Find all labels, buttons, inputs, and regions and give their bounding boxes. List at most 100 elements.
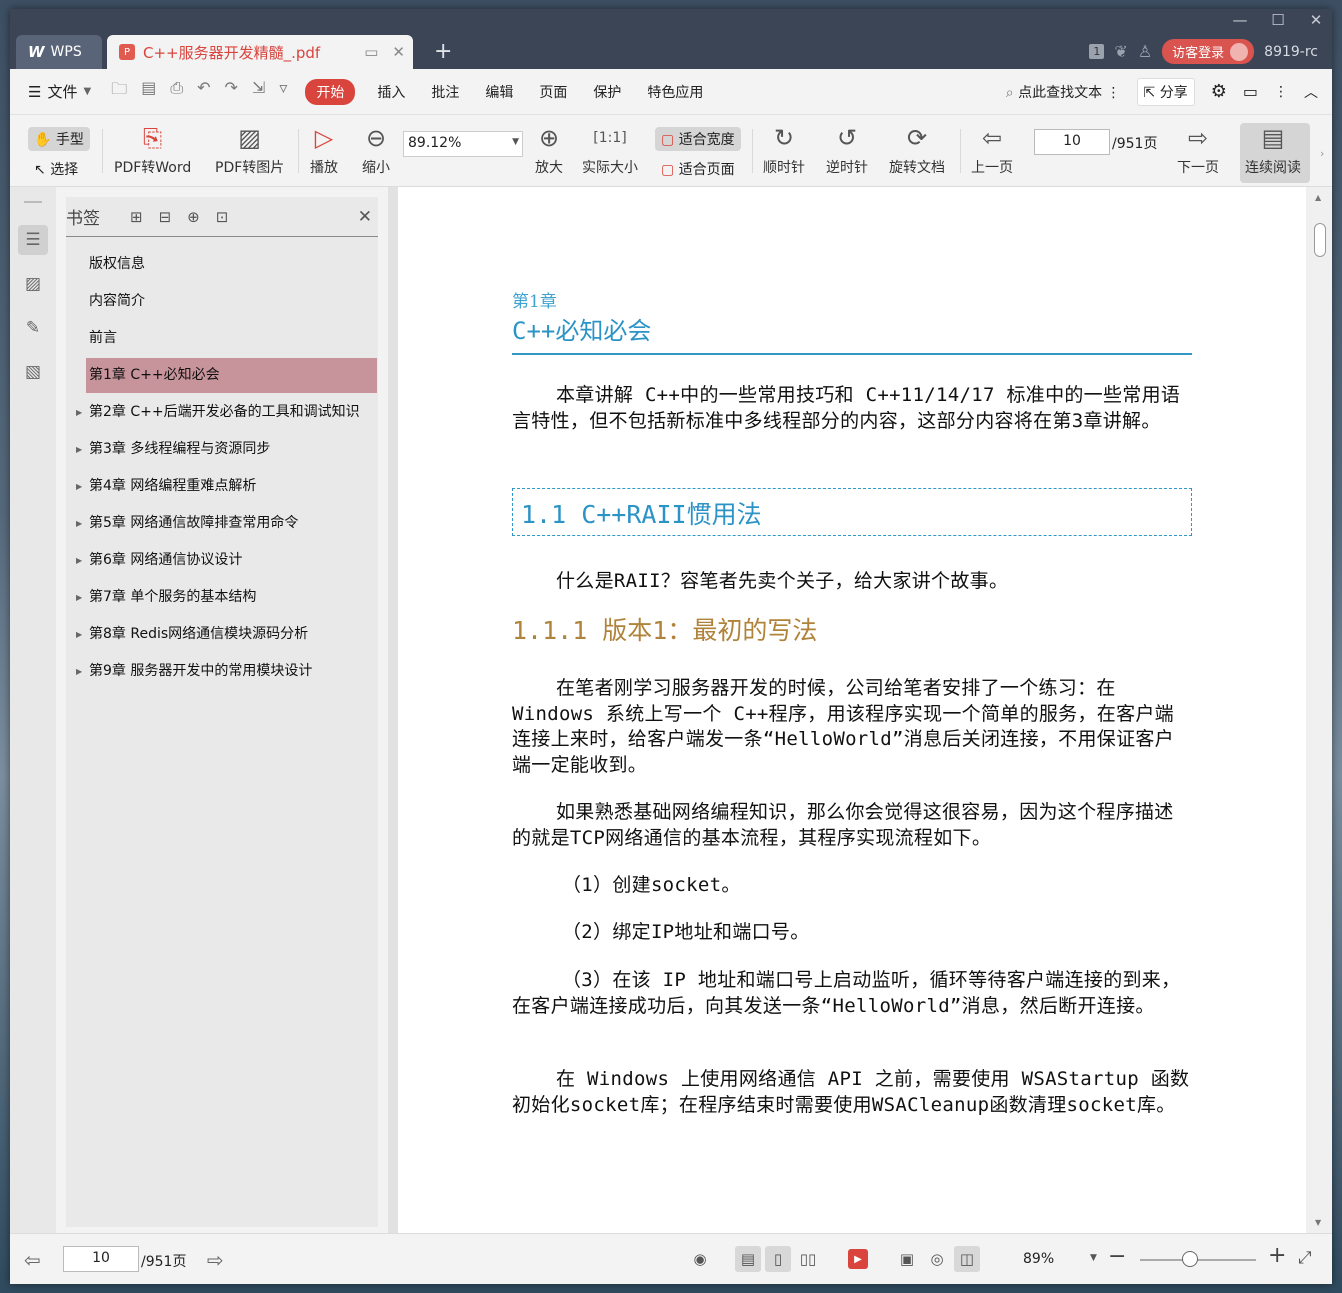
- rotate-cw-button[interactable]: ↻ 顺时针: [763, 121, 805, 177]
- zoom-slider-handle[interactable]: [1182, 1251, 1198, 1267]
- hand-tool-button[interactable]: ✋ 手型: [28, 127, 90, 151]
- status-page-input[interactable]: 10: [63, 1246, 139, 1272]
- ribbon-scroll-right-icon[interactable]: ›: [1320, 147, 1324, 160]
- tab-wps-home[interactable]: W WPS: [16, 35, 102, 69]
- tab-insert[interactable]: 插入: [377, 82, 405, 102]
- bookmark-item[interactable]: ▶ 第9章 服务器开发中的常用模块设计: [66, 654, 378, 689]
- two-page-icon[interactable]: ▯▯: [795, 1246, 821, 1272]
- close-panel-icon[interactable]: ✕: [358, 207, 372, 227]
- tab-protect[interactable]: 保护: [593, 82, 621, 102]
- file-menu[interactable]: ☰ 文件 ▼: [28, 81, 91, 102]
- scrollbar-thumb[interactable]: [1314, 223, 1326, 257]
- prev-page-button[interactable]: ⇦ 上一页: [971, 121, 1013, 177]
- zoom-percent[interactable]: 89%: [1023, 1251, 1054, 1267]
- tab-edit[interactable]: 编辑: [485, 82, 513, 102]
- gear-icon[interactable]: ⚙: [1211, 81, 1227, 102]
- tab-annotate[interactable]: 批注: [431, 82, 459, 102]
- tab-close-icon[interactable]: ✕: [392, 43, 405, 61]
- actual-size-icon[interactable]: ▣: [894, 1246, 920, 1272]
- login-button[interactable]: 访客登录: [1162, 39, 1255, 64]
- zoom-minus-icon[interactable]: −: [1108, 1244, 1126, 1269]
- eye-care-icon[interactable]: ◉: [687, 1246, 713, 1272]
- thumbnail-icon[interactable]: ▨: [18, 269, 48, 299]
- select-tool-button[interactable]: ↖ 选择: [34, 159, 78, 179]
- fullscreen-icon[interactable]: ⤢: [1298, 1248, 1312, 1268]
- panel-splitter[interactable]: [388, 187, 398, 1233]
- tab-page[interactable]: 页面: [539, 82, 567, 102]
- collapse-ribbon-icon[interactable]: ︿: [1304, 82, 1318, 102]
- chevron-down-icon[interactable]: ▼: [1090, 1253, 1097, 1263]
- open-folder-icon[interactable]: 🗀: [111, 78, 127, 105]
- bookmark-options-icon[interactable]: ⊡: [216, 208, 229, 226]
- collapse-all-icon[interactable]: ⊟: [159, 208, 172, 226]
- close-window-button[interactable]: ✕: [1308, 11, 1324, 29]
- next-page-icon[interactable]: ⇨: [207, 1248, 224, 1272]
- expand-arrow-icon[interactable]: ▶: [76, 395, 82, 430]
- bookmark-item[interactable]: 内容简介: [66, 284, 378, 319]
- expand-arrow-icon[interactable]: ▶: [76, 617, 82, 652]
- fit-width-button[interactable]: ▢ 适合宽度: [655, 127, 741, 151]
- share-button[interactable]: ⇱ 分享: [1136, 77, 1195, 106]
- actual-size-button[interactable]: [1:1] 实际大小: [582, 121, 638, 177]
- expand-all-icon[interactable]: ⊞: [130, 208, 143, 226]
- continuous-view-icon[interactable]: ▤: [735, 1246, 761, 1272]
- bookmark-item[interactable]: ▶第1章 C++必知必会: [86, 358, 377, 393]
- play-icon[interactable]: ▶: [848, 1249, 868, 1269]
- shirt-icon[interactable]: ♙: [1138, 42, 1152, 61]
- redo-icon[interactable]: ↷: [225, 78, 238, 105]
- undo-icon[interactable]: ↶: [197, 78, 210, 105]
- bookmark-panel-icon[interactable]: ☰: [18, 225, 48, 255]
- window-count-badge[interactable]: 1: [1089, 44, 1105, 59]
- comment-icon[interactable]: ▭: [1243, 82, 1258, 101]
- page-number-input[interactable]: 10: [1034, 129, 1110, 155]
- image-panel-icon[interactable]: ▧: [18, 357, 48, 387]
- save-icon[interactable]: ▤: [141, 78, 156, 105]
- fit-page-icon[interactable]: ◎: [924, 1246, 950, 1272]
- new-tab-button[interactable]: +: [434, 39, 452, 64]
- zoom-slider[interactable]: [1140, 1259, 1256, 1261]
- minimize-button[interactable]: —: [1232, 11, 1248, 29]
- tab-document[interactable]: P C++服务器开发精髓_.pdf ▭ ✕: [107, 35, 413, 69]
- bookmark-item[interactable]: ▶ 第7章 单个服务的基本结构: [66, 580, 378, 615]
- add-bookmark-icon[interactable]: ⊕: [187, 208, 200, 226]
- tab-special[interactable]: 特色应用: [647, 82, 703, 102]
- next-page-button[interactable]: ⇨ 下一页: [1177, 121, 1219, 177]
- rotate-doc-button[interactable]: ⟳ 旋转文档: [889, 121, 945, 177]
- bookmark-item[interactable]: ▶ 第5章 网络通信故障排查常用命令: [66, 506, 378, 541]
- single-page-icon[interactable]: ▯: [765, 1246, 791, 1272]
- print-icon[interactable]: ⎙: [170, 78, 183, 105]
- zoom-out-button[interactable]: ⊖ 缩小: [362, 121, 390, 177]
- maximize-button[interactable]: ☐: [1270, 11, 1286, 29]
- fit-width-icon[interactable]: ◫: [954, 1246, 980, 1272]
- vertical-scrollbar[interactable]: ▲ ▼: [1306, 187, 1332, 1233]
- pdf-to-image-button[interactable]: ▨ PDF转图片: [215, 121, 284, 177]
- bookmark-item[interactable]: ▶ 第2章 C++后端开发必备的工具和调试知识: [66, 395, 378, 430]
- expand-arrow-icon[interactable]: ▶: [76, 469, 82, 504]
- annotation-icon[interactable]: ✎: [18, 313, 48, 343]
- more-icon[interactable]: ⋮: [1274, 84, 1288, 100]
- more-down-icon[interactable]: ▿: [279, 78, 287, 105]
- rotate-ccw-button[interactable]: ↺ 逆时针: [826, 121, 868, 177]
- bookmark-item[interactable]: 前言: [66, 321, 378, 356]
- bookmark-item[interactable]: ▶ 第6章 网络通信协议设计: [66, 543, 378, 578]
- expand-arrow-icon[interactable]: ▶: [76, 580, 82, 615]
- pdf-to-word-button[interactable]: ⎘ PDF转Word: [114, 121, 191, 177]
- expand-arrow-icon[interactable]: ▶: [76, 543, 82, 578]
- zoom-select[interactable]: 89.12% ▼: [403, 131, 523, 157]
- bookmark-item[interactable]: ▶ 第3章 多线程编程与资源同步: [66, 432, 378, 467]
- bookmark-item[interactable]: 版权信息: [66, 247, 378, 282]
- scroll-up-icon[interactable]: ▲: [1315, 193, 1321, 202]
- export-icon[interactable]: ⇲: [252, 78, 265, 105]
- play-button[interactable]: ▷ 播放: [310, 121, 338, 177]
- zoom-in-button[interactable]: ⊕ 放大: [535, 121, 563, 177]
- prev-page-icon[interactable]: ⇦: [24, 1248, 41, 1272]
- zoom-plus-icon[interactable]: +: [1268, 1243, 1286, 1268]
- expand-arrow-icon[interactable]: ▶: [76, 506, 82, 541]
- search-text-button[interactable]: ⌕ 点此查找文本 ⋮: [1006, 82, 1121, 102]
- skin-icon[interactable]: ❦: [1114, 42, 1127, 61]
- expand-arrow-icon[interactable]: ▶: [76, 654, 82, 689]
- fit-page-button[interactable]: ▢ 适合页面: [661, 159, 735, 179]
- bookmark-item[interactable]: ▶ 第4章 网络编程重难点解析: [66, 469, 378, 504]
- tab-pin-icon[interactable]: ▭: [364, 43, 378, 61]
- scroll-down-icon[interactable]: ▼: [1315, 1218, 1321, 1227]
